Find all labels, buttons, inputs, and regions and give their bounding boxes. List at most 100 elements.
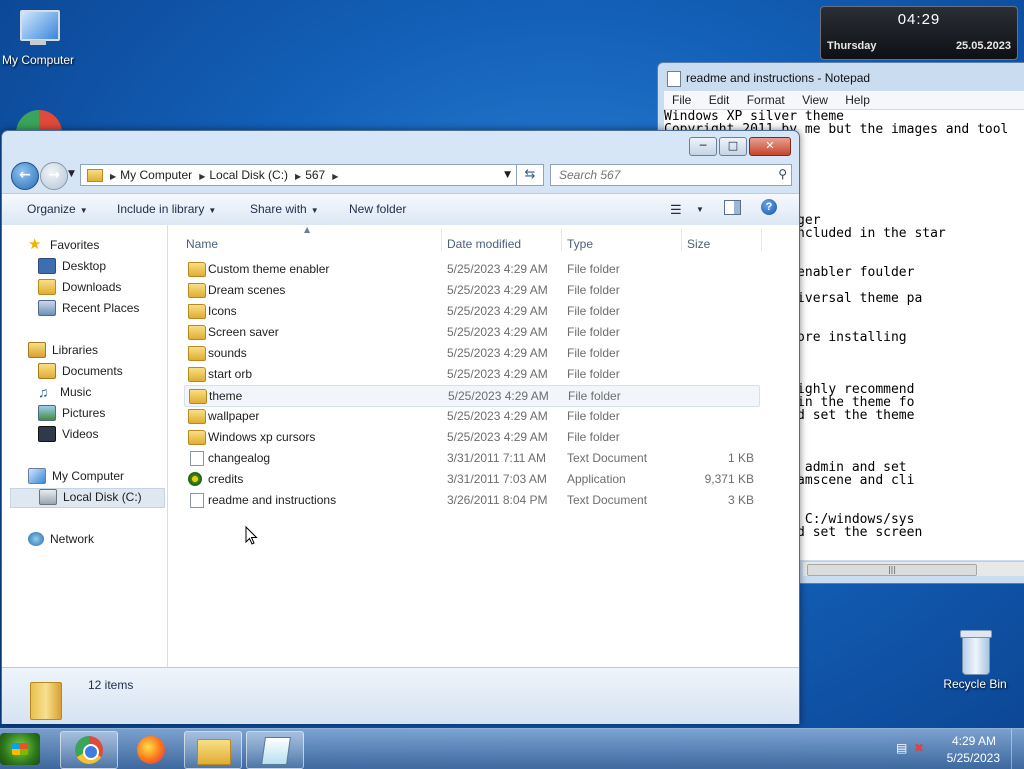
- taskbar-notepad[interactable]: [246, 731, 304, 769]
- details-pane: 12 items: [2, 667, 799, 724]
- folder-icon: [188, 430, 206, 445]
- file-name: readme and instructions: [208, 493, 337, 507]
- nav-downloads[interactable]: Downloads: [38, 279, 121, 299]
- clock-gadget[interactable]: 04:29 Thursday 25.05.2023: [820, 6, 1018, 60]
- table-row[interactable]: Windows xp cursors 5/25/2023 4:29 AM File …: [184, 427, 758, 447]
- refresh-icon[interactable]: ⇆: [516, 165, 543, 185]
- start-button[interactable]: [0, 733, 40, 765]
- breadcrumb-separator[interactable]: ▶: [110, 172, 116, 181]
- nav-libraries[interactable]: Libraries: [28, 342, 98, 362]
- star-icon: ★: [28, 235, 42, 253]
- column-header-date[interactable]: Date modified: [447, 237, 521, 251]
- firefox-icon: [137, 736, 165, 764]
- text-document-icon: [190, 451, 204, 466]
- breadcrumb-local-disk[interactable]: Local Disk (C:): [209, 168, 288, 182]
- taskbar-explorer[interactable]: [184, 731, 242, 769]
- share-with-button[interactable]: Share with ▼: [250, 202, 319, 216]
- organize-button[interactable]: Organize ▼: [27, 202, 88, 216]
- taskbar-time[interactable]: 4:29 AM: [952, 734, 996, 748]
- address-dropdown-icon[interactable]: ▼: [504, 170, 511, 180]
- maximize-button[interactable]: □: [719, 137, 747, 156]
- network-tray-icon[interactable]: ▤: [896, 741, 910, 755]
- breadcrumb-separator[interactable]: ▶: [332, 172, 338, 181]
- taskbar-firefox[interactable]: [122, 731, 180, 769]
- file-name: credits: [208, 472, 244, 486]
- view-dropdown-icon[interactable]: ▼: [696, 205, 704, 214]
- help-icon[interactable]: ?: [761, 199, 777, 215]
- menu-file[interactable]: File: [672, 93, 691, 107]
- column-header-size[interactable]: Size: [687, 237, 710, 251]
- windows-logo-icon: [12, 743, 28, 755]
- view-options-icon[interactable]: ☰: [670, 202, 682, 218]
- menu-format[interactable]: Format: [747, 93, 785, 107]
- breadcrumb-my-computer[interactable]: My Computer: [120, 168, 192, 182]
- close-button[interactable]: ✕: [749, 137, 791, 156]
- breadcrumb-separator[interactable]: ▶: [295, 172, 301, 181]
- nav-music[interactable]: ♫ Music: [38, 384, 91, 404]
- command-bar: Organize ▼ Include in library ▼ Share with…: [2, 193, 799, 226]
- caption-buttons: ─ □ ✕: [687, 137, 791, 156]
- network-icon: [28, 531, 44, 546]
- recycle-bin-icon: [958, 630, 992, 675]
- new-folder-button[interactable]: New folder: [349, 202, 406, 216]
- table-row[interactable]: changealog 3/31/2011 7:11 AM Text Document…: [184, 448, 758, 468]
- nav-label: Network: [50, 531, 95, 546]
- nav-local-disk[interactable]: Local Disk (C:): [10, 488, 165, 508]
- table-row[interactable]: Custom theme enabler 5/25/2023 4:29 AM Fil…: [184, 259, 758, 279]
- desktop-icon-my-computer[interactable]: My Computer: [0, 10, 80, 67]
- nav-desktop[interactable]: Desktop: [38, 258, 106, 278]
- table-row[interactable]: Screen saver 5/25/2023 4:29 AM File folder: [184, 322, 758, 342]
- table-row[interactable]: wallpaper 5/25/2023 4:29 AM File folder: [184, 406, 758, 426]
- show-desktop-button[interactable]: [1011, 729, 1024, 769]
- search-icon[interactable]: ⚲: [778, 167, 787, 181]
- column-divider[interactable]: [441, 229, 442, 251]
- table-row[interactable]: readme and instructions 3/26/2011 8:04 PM…: [184, 490, 758, 510]
- breadcrumb-567[interactable]: 567: [305, 168, 325, 182]
- nav-recent-places[interactable]: Recent Places: [38, 300, 139, 320]
- nav-favorites[interactable]: ★ Favorites: [28, 237, 99, 257]
- table-row[interactable]: start orb 5/25/2023 4:29 AM File folder: [184, 364, 758, 384]
- menu-help[interactable]: Help: [845, 93, 870, 107]
- forward-button[interactable]: →: [40, 162, 68, 190]
- nav-my-computer[interactable]: My Computer: [28, 468, 124, 488]
- documents-icon: [38, 363, 56, 379]
- table-row[interactable]: Icons 5/25/2023 4:29 AM File folder: [184, 301, 758, 321]
- explorer-window[interactable]: ─ □ ✕ ← → ▼ ▶ My Computer ▶ Local Disk (C:) ▶ 5…: [1, 130, 800, 724]
- back-button[interactable]: ←: [11, 162, 39, 190]
- gadget-day: Thursday: [827, 40, 877, 52]
- minimize-button[interactable]: ─: [689, 137, 717, 156]
- address-bar[interactable]: ▶ My Computer ▶ Local Disk (C:) ▶ 567 ▶ ▼ ⇆: [80, 164, 544, 186]
- menu-edit[interactable]: Edit: [709, 93, 730, 107]
- recent-pages-dropdown[interactable]: ▼: [68, 169, 75, 179]
- preview-pane-icon[interactable]: [724, 200, 741, 215]
- search-box[interactable]: ⚲: [550, 164, 792, 186]
- table-row[interactable]: theme 5/25/2023 4:29 AM File folder: [184, 385, 760, 407]
- table-row[interactable]: credits 3/31/2011 7:03 AM Application 9,371…: [184, 469, 758, 489]
- desktop-icon-recycle-bin[interactable]: Recycle Bin: [933, 630, 1017, 691]
- gadget-date: 25.05.2023: [955, 40, 1011, 52]
- column-divider[interactable]: [681, 229, 682, 251]
- nav-videos[interactable]: Videos: [38, 426, 98, 446]
- column-header-type[interactable]: Type: [567, 237, 593, 251]
- table-row[interactable]: sounds 5/25/2023 4:29 AM File folder: [184, 343, 758, 363]
- search-input[interactable]: [557, 167, 761, 183]
- breadcrumb-separator[interactable]: ▶: [199, 172, 205, 181]
- column-divider[interactable]: [561, 229, 562, 251]
- taskbar-chrome[interactable]: [60, 731, 118, 769]
- menu-view[interactable]: View: [802, 93, 828, 107]
- nav-documents[interactable]: Documents: [38, 363, 123, 383]
- notepad-horizontal-scrollbar[interactable]: |||: [803, 561, 1024, 576]
- table-row[interactable]: Dream scenes 5/25/2023 4:29 AM File folder: [184, 280, 758, 300]
- volume-muted-icon[interactable]: ✖: [914, 741, 928, 755]
- nav-pictures[interactable]: Pictures: [38, 405, 105, 425]
- column-header-name[interactable]: Name: [186, 237, 218, 251]
- file-type: File folder: [567, 283, 620, 297]
- scrollbar-thumb[interactable]: |||: [807, 564, 977, 576]
- file-type: File folder: [567, 409, 620, 423]
- taskbar-date[interactable]: 5/25/2023: [947, 751, 1000, 765]
- downloads-icon: [38, 279, 56, 295]
- nav-network[interactable]: Network: [28, 531, 94, 551]
- system-tray: ▤ ✖ 4:29 AM 5/25/2023: [884, 729, 1024, 769]
- include-in-library-button[interactable]: Include in library ▼: [117, 202, 216, 216]
- column-divider[interactable]: [761, 229, 762, 251]
